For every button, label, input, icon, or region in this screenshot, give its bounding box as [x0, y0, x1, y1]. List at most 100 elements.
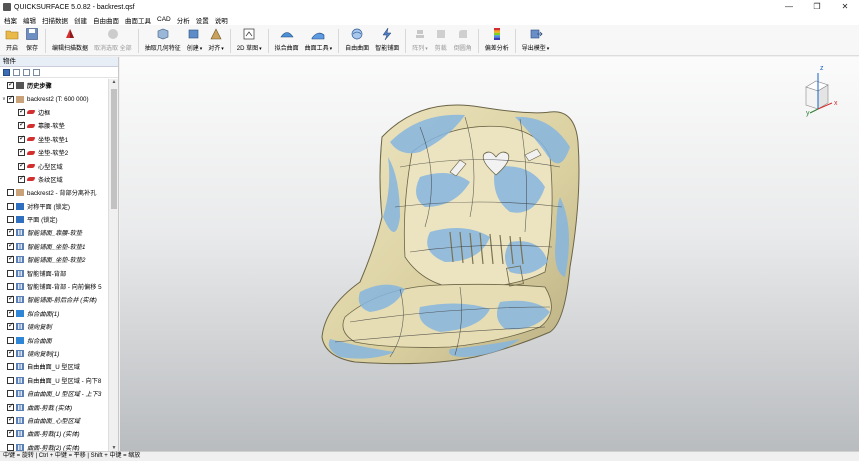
- tree-item[interactable]: 坐垫-软垫2: [0, 146, 108, 159]
- visibility-checkbox[interactable]: [7, 321, 14, 331]
- collapse-all-icon[interactable]: [33, 68, 40, 76]
- tree-item[interactable]: 智能铺面_靠腰-软垫: [0, 226, 108, 239]
- tree-item[interactable]: 自由曲面_U 型区域 - 上下3: [0, 387, 108, 400]
- pattern-button[interactable]: 阵列▾: [409, 25, 431, 55]
- visibility-checkbox[interactable]: [7, 254, 14, 264]
- tree-item[interactable]: backrest2 - 背部分离补孔: [0, 186, 108, 199]
- menu-cad[interactable]: CAD: [157, 16, 171, 23]
- sketch-2d-button[interactable]: 2D 草图▾: [234, 25, 265, 55]
- visibility-checkbox[interactable]: [18, 147, 25, 157]
- extract-primitive-button[interactable]: 抽取几何特征: [142, 25, 184, 55]
- menu-scan-data[interactable]: 扫描数据: [42, 15, 68, 25]
- tree-item[interactable]: 坐垫-软垫1: [0, 133, 108, 146]
- fillet-button[interactable]: 倒圆角: [451, 25, 475, 55]
- tree-item[interactable]: 拟合曲面(1): [0, 307, 108, 320]
- menu-file[interactable]: 档案: [4, 15, 17, 25]
- visibility-checkbox[interactable]: [7, 294, 14, 304]
- tree-item[interactable]: 曲面-剪裁(2) (实体): [0, 441, 108, 451]
- minimize-button[interactable]: —: [775, 0, 803, 14]
- tree-item[interactable]: 心型区域: [0, 159, 108, 172]
- menu-settings[interactable]: 设置: [196, 15, 209, 25]
- visibility-checkbox[interactable]: [7, 216, 14, 224]
- menu-analysis[interactable]: 分析: [177, 15, 190, 25]
- visibility-checkbox[interactable]: [7, 402, 14, 411]
- tree-item[interactable]: 镜向复制(1): [0, 347, 108, 360]
- edit-scan-data-button[interactable]: 编辑扫描数据: [49, 25, 91, 55]
- visibility-checkbox[interactable]: [7, 202, 14, 210]
- menu-edit[interactable]: 编辑: [23, 15, 36, 25]
- scroll-thumb[interactable]: [111, 89, 117, 209]
- tree-item[interactable]: ∨backrest2 (T: 600 000): [0, 92, 108, 105]
- list-view-icon[interactable]: [3, 68, 10, 76]
- tree-item[interactable]: 智能铺面-前后合并 (实体): [0, 293, 108, 306]
- visibility-checkbox[interactable]: [7, 189, 14, 197]
- menu-help[interactable]: 说明: [215, 15, 228, 25]
- menu-freeform[interactable]: 自由曲面: [93, 15, 119, 25]
- create-button[interactable]: 创建▾: [184, 25, 206, 55]
- align-button[interactable]: 对齐▾: [205, 25, 227, 55]
- visibility-checkbox[interactable]: [7, 376, 14, 384]
- open-button[interactable]: 开启: [2, 25, 22, 55]
- tree-item[interactable]: 靠腰-软垫: [0, 119, 108, 132]
- surface-tools-button[interactable]: 曲面工具▾: [302, 25, 336, 55]
- tree-item-label: 曲面-剪裁 (实体): [27, 404, 73, 412]
- view-cube[interactable]: [805, 73, 833, 114]
- toolbar-divider: [514, 29, 516, 53]
- visibility-checkbox[interactable]: [18, 161, 25, 170]
- close-button[interactable]: ✕: [831, 0, 859, 14]
- tree-item[interactable]: 自由曲面_U 型区域 - 向下8: [0, 374, 108, 387]
- visibility-checkbox[interactable]: [7, 227, 14, 237]
- panel-scrollbar[interactable]: ▲ ▼: [108, 79, 118, 451]
- deviation-analysis-button[interactable]: 偏差分析: [482, 25, 512, 55]
- menu-create[interactable]: 创建: [74, 15, 87, 25]
- visibility-checkbox[interactable]: [7, 428, 14, 438]
- visibility-checkbox[interactable]: [7, 80, 14, 90]
- tree-item[interactable]: 拟合曲面: [0, 333, 108, 346]
- visibility-checkbox[interactable]: [7, 443, 14, 451]
- tree-item[interactable]: 曲面-剪裁 (实体): [0, 400, 108, 413]
- tree-item[interactable]: 智能铺面-背部: [0, 266, 108, 279]
- visibility-checkbox[interactable]: [7, 269, 14, 277]
- tree-item[interactable]: 智能铺面-背部 - 向前偏移 5: [0, 280, 108, 293]
- deselect-all-button[interactable]: 取消选取 全部: [91, 25, 135, 55]
- visibility-checkbox[interactable]: [7, 415, 14, 424]
- 3d-viewport[interactable]: z x y: [120, 57, 859, 451]
- expand-all-icon[interactable]: [23, 68, 30, 76]
- tree-item[interactable]: 对称平面 (锁定): [0, 200, 108, 213]
- edit-mesh-icon: [66, 29, 74, 38]
- visibility-checkbox[interactable]: [18, 134, 25, 143]
- visibility-checkbox[interactable]: [7, 363, 14, 371]
- save-button[interactable]: 保存: [22, 25, 42, 55]
- maximize-button[interactable]: ❐: [803, 0, 831, 14]
- scroll-up-icon[interactable]: ▲: [109, 79, 119, 85]
- visibility-checkbox[interactable]: [7, 348, 14, 357]
- tree-item[interactable]: 条纹区域: [0, 173, 108, 186]
- export-model-icon: [530, 29, 543, 39]
- tree-item[interactable]: 自由曲面_心型区域: [0, 414, 108, 427]
- export-model-button[interactable]: 导出模型▾: [519, 25, 553, 55]
- tree-item[interactable]: 镜向复制: [0, 320, 108, 333]
- tree-item[interactable]: 平面 (锁定): [0, 213, 108, 226]
- tree-item[interactable]: 智能铺面_坐垫-软垫1: [0, 240, 108, 253]
- visibility-checkbox[interactable]: [7, 336, 14, 344]
- tree-item[interactable]: 自由曲面_U 型区域: [0, 360, 108, 373]
- visibility-checkbox[interactable]: [7, 390, 14, 398]
- freeform-button[interactable]: 自由曲面: [342, 25, 372, 55]
- visibility-checkbox[interactable]: [18, 107, 25, 116]
- menu-surface-tools[interactable]: 曲面工具: [125, 15, 151, 25]
- tree-view-icon[interactable]: [13, 68, 20, 76]
- visibility-checkbox[interactable]: [18, 174, 25, 183]
- visibility-checkbox[interactable]: [7, 283, 14, 291]
- tree-item[interactable]: 智能铺面_坐垫-软垫2: [0, 253, 108, 266]
- smart-surface-button[interactable]: 智能铺面: [372, 25, 402, 55]
- tree-item[interactable]: 历史步骤: [0, 79, 108, 92]
- backrest-model[interactable]: z x y: [120, 57, 859, 451]
- visibility-checkbox[interactable]: [18, 120, 25, 130]
- visibility-checkbox[interactable]: [7, 94, 14, 103]
- visibility-checkbox[interactable]: [7, 308, 14, 317]
- trim-button[interactable]: 剪裁: [431, 25, 451, 55]
- fit-surface-button[interactable]: 拟合曲面: [272, 25, 302, 55]
- visibility-checkbox[interactable]: [7, 241, 14, 250]
- tree-item[interactable]: 曲面-剪裁(1) (实体): [0, 427, 108, 440]
- tree-item[interactable]: 边框: [0, 106, 108, 119]
